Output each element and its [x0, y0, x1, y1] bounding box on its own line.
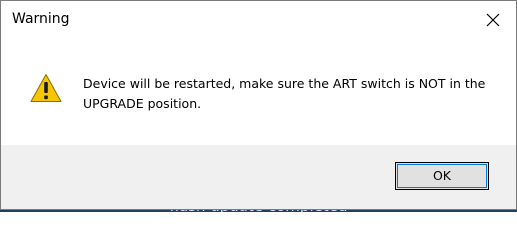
ok-button[interactable]: OK	[395, 162, 489, 190]
dialog-title: Warning	[12, 11, 70, 27]
warning-icon	[30, 74, 62, 102]
close-button[interactable]	[470, 1, 516, 39]
dialog-message: Device will be restarted, make sure the …	[83, 76, 486, 111]
warning-dialog: Warning Device will be restarted, make s…	[0, 0, 517, 210]
dialog-content: Device will be restarted, make sure the …	[1, 39, 516, 145]
close-icon	[486, 13, 500, 27]
dialog-titlebar: Warning	[1, 1, 516, 39]
ok-button-label: OK	[432, 168, 452, 183]
dialog-footer: OK	[1, 145, 516, 209]
